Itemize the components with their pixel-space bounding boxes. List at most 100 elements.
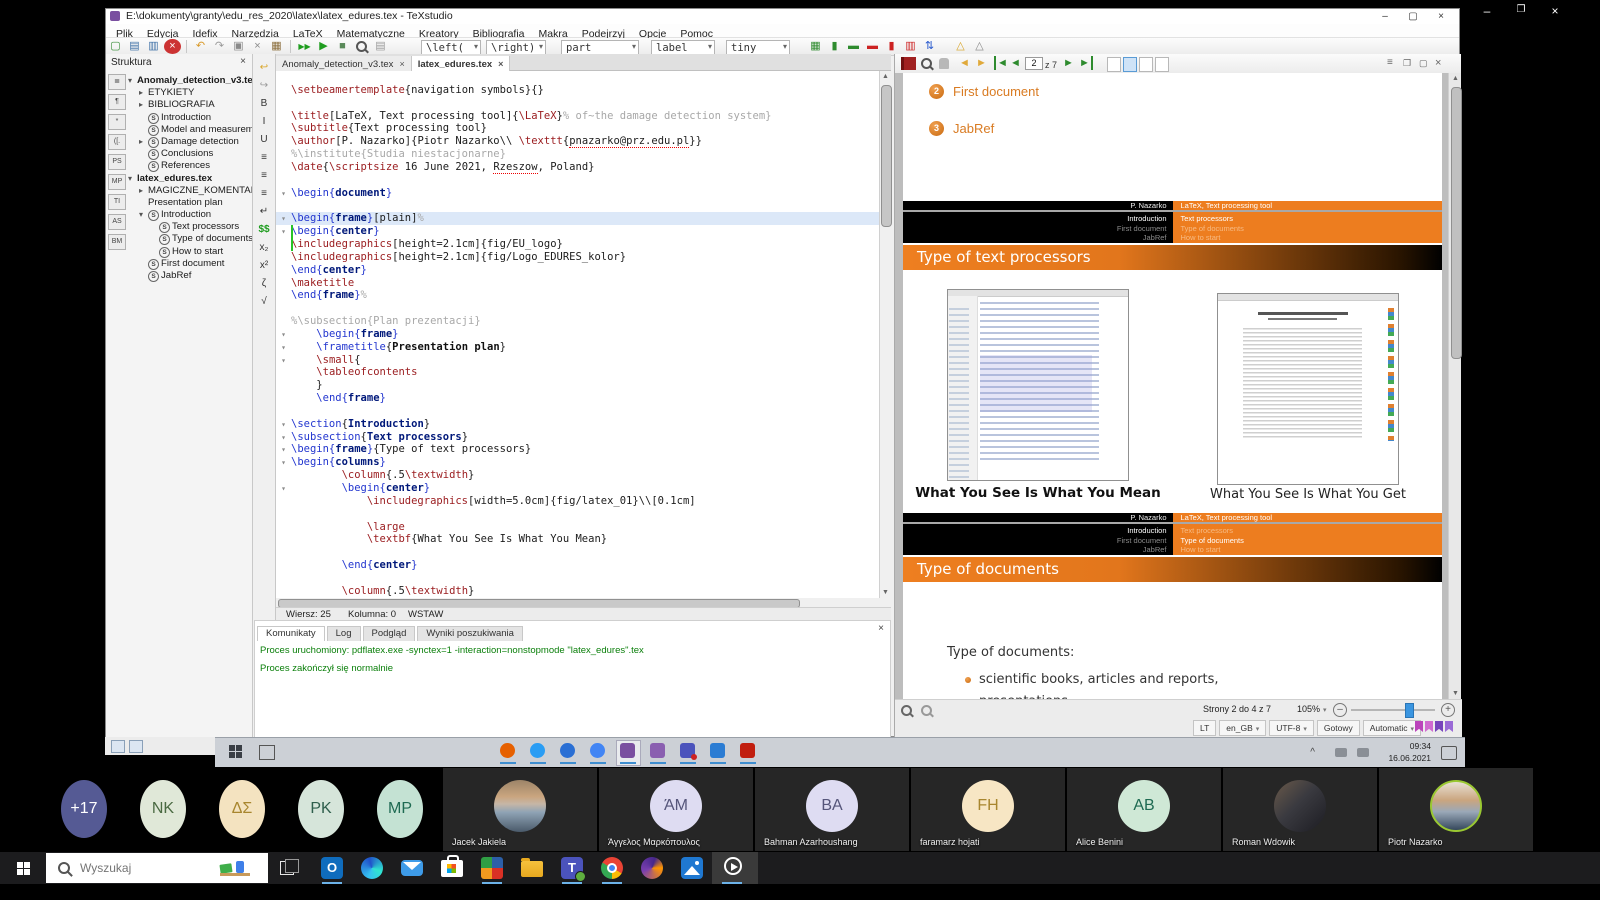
shared-clock[interactable]: 09:3416.06.2021 (1388, 740, 1431, 764)
participant-tile[interactable]: FHfaramarz hojati (911, 768, 1065, 851)
shared-acrobat-icon[interactable] (740, 743, 755, 758)
translate-flags-icon[interactable] (1415, 721, 1455, 732)
cut-icon[interactable]: × (249, 39, 266, 54)
remove-column-icon[interactable]: ▮ (883, 39, 900, 54)
structure-item[interactable]: SType of documents (128, 233, 252, 245)
outlook-icon[interactable] (312, 852, 352, 884)
format-tool-11[interactable]: x² (256, 258, 273, 274)
pdf-scrollbar[interactable]: ▲ ▼ (1448, 73, 1461, 699)
continuous-layout-icon[interactable] (1123, 57, 1137, 72)
toolbar-combo-3[interactable]: label▾ (651, 40, 715, 55)
pdf-maximize-icon[interactable]: ▢ (1419, 56, 1428, 70)
chrome-icon[interactable] (592, 852, 632, 884)
maximize-button[interactable]: ▢ (1401, 10, 1425, 23)
tab-close-icon[interactable]: × (399, 59, 404, 69)
structure-item[interactable]: ▾SIntroduction (128, 209, 252, 221)
shared-document-icon[interactable] (710, 743, 725, 758)
format-tool-4[interactable]: U (256, 132, 273, 148)
tab-close-icon[interactable]: × (498, 59, 503, 69)
format-tool-12[interactable]: ζ (256, 276, 273, 292)
structure-item[interactable]: SText processors (128, 221, 252, 233)
scroll-down-icon[interactable]: ▼ (880, 587, 891, 598)
structure-item[interactable]: SIntroduction (128, 112, 252, 124)
toggle-structure-panel-icon[interactable] (111, 740, 125, 753)
expand-icon[interactable]: ▸ (139, 88, 148, 97)
player-icon[interactable] (712, 852, 758, 884)
status-cell-Gotowy[interactable]: Gotowy (1317, 720, 1360, 736)
close-button[interactable]: × (1429, 10, 1453, 23)
sort-table-icon[interactable]: ⇅ (921, 39, 938, 54)
scrollbar-thumb[interactable] (881, 85, 892, 227)
expand-icon[interactable]: ▸ (139, 186, 148, 195)
zoom-slider[interactable] (1351, 709, 1435, 711)
zoom-slider-thumb[interactable] (1405, 703, 1414, 718)
pdf-menu-icon[interactable]: ≡ (1387, 56, 1393, 70)
format-tool-6[interactable]: ≡ (256, 168, 273, 184)
previous-page-icon[interactable]: ◄ (1010, 56, 1021, 70)
structure-tool-1[interactable]: ¶ (108, 94, 126, 110)
participant-avatar[interactable]: ΔΣ (219, 780, 265, 838)
structure-tool-0[interactable]: ≣ (108, 74, 126, 90)
structure-item[interactable]: ▸ETYKIETY (128, 87, 252, 99)
outer-minimize-button[interactable]: – (1472, 4, 1502, 18)
participant-avatar[interactable]: PK (298, 780, 344, 838)
editor-vertical-scrollbar[interactable]: ▲ ▼ (879, 71, 891, 598)
messages-tab-1[interactable]: Log (327, 626, 361, 641)
shared-teams-icon[interactable] (680, 743, 695, 758)
add-row-icon[interactable]: ▬ (845, 39, 862, 54)
structure-item[interactable]: SConclusions (128, 148, 252, 160)
last-page-icon[interactable]: ► (1079, 56, 1093, 70)
participant-tile[interactable]: Piotr Nazarko (1379, 768, 1533, 851)
align-columns-icon[interactable]: ▥ (902, 39, 919, 54)
new-file-icon[interactable]: ▢ (107, 39, 124, 54)
toolbar-combo-4[interactable]: tiny▾ (726, 40, 790, 55)
scrollbar-thumb[interactable] (1451, 87, 1462, 359)
first-page-icon[interactable]: ◄ (994, 56, 1008, 70)
close-file-icon[interactable]: × (164, 39, 181, 54)
structure-item[interactable]: Presentation plan (128, 197, 252, 209)
scroll-up-icon[interactable]: ▲ (880, 71, 891, 82)
open-file-icon[interactable]: ▤ (126, 39, 143, 54)
structure-tool-8[interactable]: BM (108, 234, 126, 250)
format-tool-9[interactable]: $$ (256, 222, 273, 238)
undo-icon[interactable]: ↶ (192, 39, 209, 54)
participant-tile[interactable]: ABAlice Benini (1067, 768, 1221, 851)
status-cell-Automatic[interactable]: Automatic▾ (1363, 720, 1421, 736)
scroll-down-icon[interactable]: ▼ (1450, 688, 1461, 699)
pdf-search-icon[interactable] (921, 56, 932, 73)
messages-close-icon[interactable]: × (878, 623, 884, 634)
shared-tray-icon-2[interactable] (1357, 748, 1369, 757)
structure-item[interactable]: ▾Anomaly_detection_v3.tex (128, 75, 252, 87)
jump-forward-icon[interactable]: ► (976, 56, 987, 70)
add-column-icon[interactable]: ▮ (826, 39, 843, 54)
math-triangle-icon[interactable]: △ (971, 39, 988, 54)
shared-firefox-icon[interactable] (500, 743, 515, 758)
format-tool-1[interactable]: ↪ (256, 78, 273, 94)
participant-avatar[interactable]: +17 (61, 780, 107, 838)
frse-icon[interactable] (472, 852, 512, 884)
shared-blue-app-icon[interactable] (530, 743, 545, 758)
format-tool-3[interactable]: I (256, 114, 273, 130)
page-number-input[interactable]: 2 (1025, 57, 1043, 70)
paste-icon[interactable]: ▦ (268, 39, 285, 54)
store-icon[interactable] (432, 852, 472, 884)
teams-icon[interactable] (552, 852, 592, 884)
log-icon[interactable]: ▤ (372, 39, 389, 54)
save-icon[interactable]: ▥ (145, 39, 162, 54)
toolbar-combo-0[interactable]: \left(▾ (421, 40, 481, 55)
two-page-layout-icon[interactable] (1139, 57, 1153, 72)
structure-item[interactable]: SHow to start (128, 246, 252, 258)
structure-item[interactable]: SFirst document (128, 258, 252, 270)
zoom-out-icon[interactable]: – (1333, 703, 1347, 717)
build-and-view-icon[interactable]: ▶▶ (296, 39, 313, 54)
status-cell-en_GB[interactable]: en_GB▾ (1219, 720, 1266, 736)
minimize-button[interactable]: – (1373, 10, 1397, 23)
shared-start-button[interactable] (229, 745, 242, 758)
shared-tray-caret-icon[interactable]: ^ (1310, 747, 1315, 758)
structure-tool-3[interactable]: ([. (108, 134, 126, 150)
collapse-icon[interactable]: ▾ (139, 210, 148, 219)
single-page-layout-icon[interactable] (1107, 57, 1121, 72)
code-editor[interactable]: \setbeamertemplate{navigation symbols}{}… (276, 71, 879, 598)
table-icon[interactable]: ▦ (807, 39, 824, 54)
edge-icon[interactable] (352, 852, 392, 884)
